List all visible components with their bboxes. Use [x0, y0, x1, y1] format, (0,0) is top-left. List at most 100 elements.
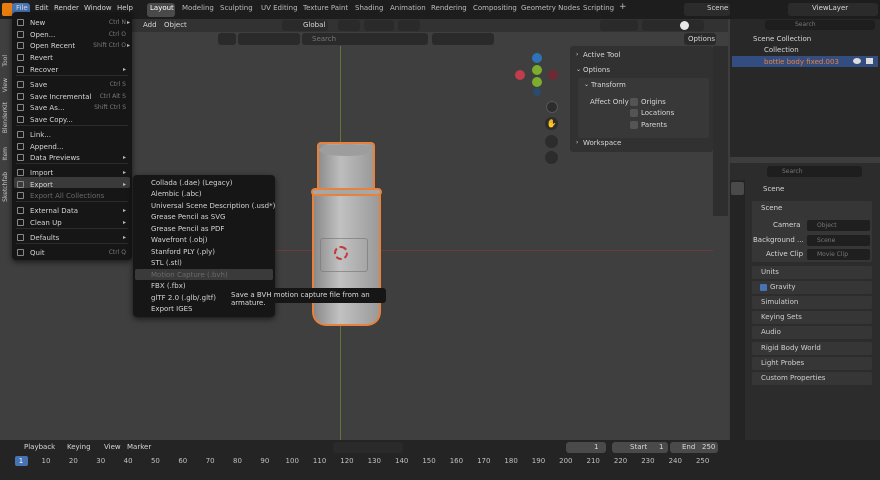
- section-audio[interactable]: Audio: [752, 326, 872, 339]
- gizmo-x-axis[interactable]: [515, 70, 525, 80]
- menu-render[interactable]: Render: [54, 4, 79, 12]
- zoom-icon[interactable]: [546, 101, 558, 113]
- outliner-camera-icon[interactable]: [866, 58, 873, 64]
- tab-uv-editing[interactable]: UV Editing: [261, 4, 298, 12]
- timeline-menu-marker[interactable]: Marker: [127, 443, 151, 451]
- export-menu-item[interactable]: Motion Capture (.bvh): [151, 271, 228, 279]
- timeline-menu-view[interactable]: View: [104, 443, 121, 451]
- panel-options[interactable]: Options: [583, 66, 610, 74]
- filter-icons[interactable]: [238, 33, 300, 45]
- outliner-collection[interactable]: Collection: [764, 46, 799, 54]
- subpanel-transform[interactable]: Transform: [591, 81, 626, 89]
- file-menu-item[interactable]: Export All Collections: [12, 191, 132, 201]
- export-menu-item[interactable]: Export IGES: [151, 305, 193, 313]
- outliner-scene-collection[interactable]: Scene Collection: [753, 35, 811, 43]
- sidebar-tab-sketchfab[interactable]: Sketchfab: [2, 172, 9, 202]
- file-menu-item[interactable]: Quit Ctrl Q: [12, 248, 132, 258]
- section-custom-properties[interactable]: Custom Properties: [752, 372, 872, 385]
- outliner-search-input[interactable]: [765, 20, 875, 30]
- chevron-down-icon[interactable]: ⌄: [584, 81, 589, 88]
- gizmo-z-axis[interactable]: [532, 77, 542, 87]
- menu-file[interactable]: File: [16, 4, 28, 12]
- menu-help[interactable]: Help: [117, 4, 133, 12]
- file-menu-item[interactable]: Save Incremental Ctrl Alt S: [12, 92, 132, 102]
- file-menu-item[interactable]: Link...: [12, 130, 132, 140]
- file-menu-item[interactable]: New Ctrl N ▸: [12, 18, 132, 28]
- export-menu-item[interactable]: glTF 2.0 (.glb/.gltf): [151, 294, 216, 302]
- section-rigid-body-world[interactable]: Rigid Body World: [752, 342, 872, 355]
- file-menu-item[interactable]: Revert: [12, 53, 132, 63]
- tab-shading[interactable]: Shading: [355, 4, 383, 12]
- visibility-toggles[interactable]: [600, 20, 638, 31]
- export-menu-item[interactable]: Stanford PLY (.ply): [151, 248, 215, 256]
- current-frame-field[interactable]: [566, 442, 606, 453]
- locations-checkbox[interactable]: [630, 109, 638, 117]
- file-menu-item[interactable]: Append...: [12, 142, 132, 152]
- export-menu-item[interactable]: Collada (.dae) (Legacy): [151, 179, 233, 187]
- section-simulation[interactable]: Simulation: [752, 296, 872, 309]
- export-menu-item[interactable]: Alembic (.abc): [151, 190, 202, 198]
- export-menu-item[interactable]: Universal Scene Description (.usd*): [151, 202, 275, 210]
- outliner-object[interactable]: bottle body fixed.003: [764, 58, 839, 66]
- sidebar-tab-tool[interactable]: Tool: [2, 55, 9, 67]
- export-menu-item[interactable]: Grease Pencil as PDF: [151, 225, 224, 233]
- export-menu-item[interactable]: STL (.stl): [151, 259, 182, 267]
- file-menu-item[interactable]: External Data ▸: [12, 206, 132, 216]
- background-field[interactable]: Scene: [807, 235, 870, 246]
- chevron-right-icon[interactable]: ›: [576, 51, 578, 58]
- pan-hand-icon[interactable]: ✋: [545, 117, 558, 130]
- section-scene[interactable]: Scene: [761, 204, 782, 212]
- tab-geometry-nodes[interactable]: Geometry Nodes: [521, 4, 580, 12]
- tab-modeling[interactable]: Modeling: [182, 4, 214, 12]
- file-menu-item[interactable]: Open... Ctrl O: [12, 30, 132, 40]
- active-clip-field[interactable]: Movie Clip: [807, 249, 870, 260]
- pivot-dropdown[interactable]: [338, 20, 360, 31]
- export-menu-item[interactable]: Grease Pencil as SVG: [151, 213, 225, 221]
- grid-view-icon[interactable]: [545, 151, 558, 164]
- file-menu-item[interactable]: Recover ▸: [12, 65, 132, 75]
- timeline-menu-keying[interactable]: Keying: [67, 443, 91, 451]
- proportional-edit[interactable]: [398, 20, 420, 31]
- tab-rendering[interactable]: Rendering: [431, 4, 467, 12]
- tab-animation[interactable]: Animation: [390, 4, 426, 12]
- viewport-menu-object[interactable]: Object: [164, 21, 187, 29]
- panel-active-tool[interactable]: Active Tool: [583, 51, 620, 59]
- collection-toggles[interactable]: [432, 33, 494, 45]
- sidebar-tab-view[interactable]: View: [2, 78, 9, 92]
- section-light-probes[interactable]: Light Probes: [752, 357, 872, 370]
- sidebar-tab-blenderkit[interactable]: BlenderKit: [2, 102, 9, 133]
- snap-toggle[interactable]: [364, 20, 394, 31]
- gizmo-center[interactable]: [532, 65, 542, 75]
- gizmo-neg-z[interactable]: [533, 88, 541, 96]
- sidebar-tab-item[interactable]: Item: [2, 147, 9, 161]
- gravity-checkbox[interactable]: [760, 284, 767, 291]
- camera-field[interactable]: Object: [807, 220, 870, 231]
- export-menu-item[interactable]: FBX (.fbx): [151, 282, 186, 290]
- export-menu-item[interactable]: Wavefront (.obj): [151, 236, 207, 244]
- section-gravity[interactable]: Gravity: [752, 281, 872, 294]
- chevron-down-icon[interactable]: ⌄: [576, 66, 581, 73]
- timeline-menu-playback[interactable]: Playback: [24, 443, 55, 451]
- solid-shading-button[interactable]: [680, 21, 689, 30]
- playback-controls[interactable]: [333, 442, 403, 453]
- shading-modes[interactable]: [642, 20, 704, 31]
- scene-properties-tab[interactable]: [731, 182, 744, 195]
- origins-checkbox[interactable]: [630, 98, 638, 106]
- tab-compositing[interactable]: Compositing: [473, 4, 517, 12]
- tab-texture-paint[interactable]: Texture Paint: [303, 4, 348, 12]
- file-menu-item[interactable]: Save As... Shift Ctrl S: [12, 103, 132, 113]
- outliner-eye-icon[interactable]: [853, 58, 861, 64]
- menu-edit[interactable]: Edit: [35, 4, 49, 12]
- file-menu-item[interactable]: Defaults ▸: [12, 233, 132, 243]
- chevron-right-icon[interactable]: ›: [576, 139, 578, 146]
- panel-workspace[interactable]: Workspace: [583, 139, 621, 147]
- tab-sculpting[interactable]: Sculpting: [220, 4, 253, 12]
- file-menu-item[interactable]: Clean Up ▸: [12, 218, 132, 228]
- menu-window[interactable]: Window: [84, 4, 112, 12]
- parents-checkbox[interactable]: [630, 121, 638, 129]
- gizmo-neg-x[interactable]: [548, 70, 558, 80]
- file-menu-item[interactable]: Import ▸: [12, 168, 132, 178]
- add-workspace-button[interactable]: +: [619, 2, 627, 12]
- tab-layout[interactable]: Layout: [150, 4, 174, 12]
- file-menu-item[interactable]: Save Copy...: [12, 115, 132, 125]
